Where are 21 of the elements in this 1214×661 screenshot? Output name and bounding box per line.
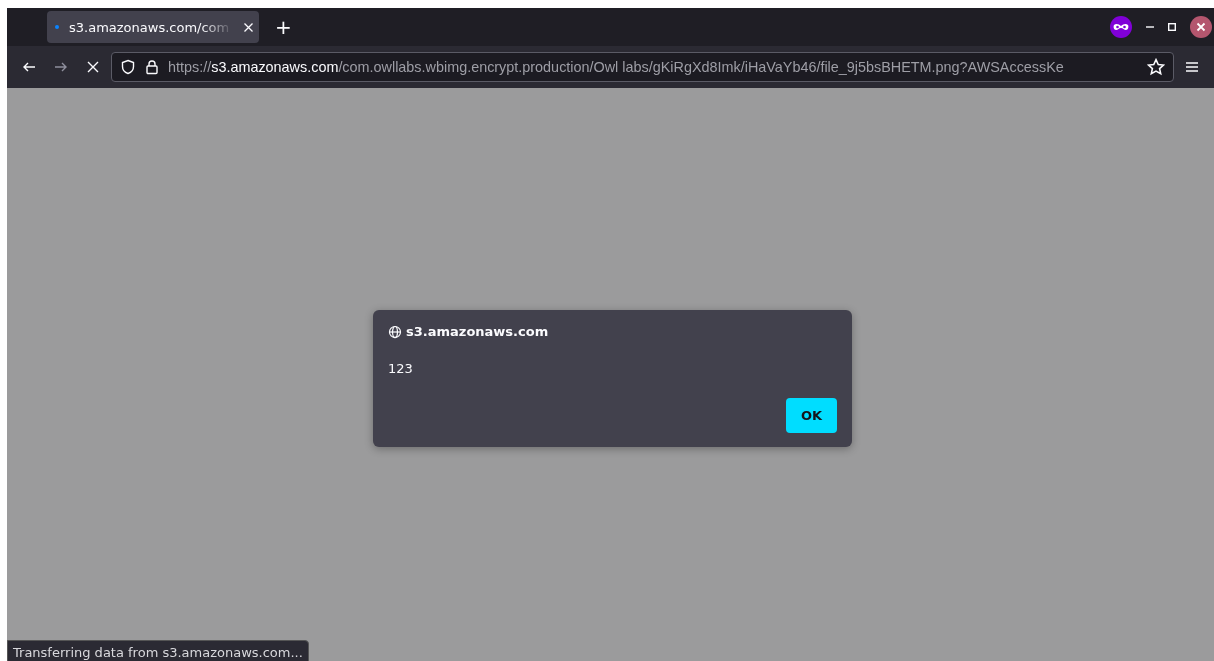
padlock-icon [144,59,160,75]
minimize-icon [1146,26,1154,28]
address-bar[interactable]: https://s3.amazonaws.com/com.owllabs.wbimg.encrypt.production/Owl labs/gKiRgXd8Imk/iHaVaYb46/file_9j5bsBHETM.png?AWSAccessKe [111,52,1174,82]
ok-button[interactable]: OK [786,398,837,433]
dialog-message: 123 [388,361,414,376]
status-bar: Transferring data from s3.amazonaws.com... [7,640,309,661]
close-window-icon[interactable] [1190,16,1212,38]
loading-indicator-icon [55,25,59,29]
star-icon [1147,58,1165,76]
url-text: https://s3.amazonaws.com/com.owllabs.wbimg.encrypt.production/Owl labs/gKiRgXd8Imk/iHaVaYb46/file_9j5bsBHETM.png?AWSAccessKe [168,59,1065,75]
tab-title: s3.amazonaws.com/com [69,19,231,35]
shield-icon [120,59,136,75]
menu-icon [1184,59,1200,75]
browser-tab[interactable]: s3.amazonaws.com/com [47,11,259,43]
maximize-icon [1168,23,1176,31]
globe-icon [388,324,402,339]
stop-x-icon [85,59,101,75]
private-mask-icon[interactable] [1110,16,1132,38]
new-tab-button[interactable]: + [267,15,300,39]
close-tab-icon[interactable] [244,22,253,32]
dialog-origin: s3.amazonaws.com [406,324,549,339]
